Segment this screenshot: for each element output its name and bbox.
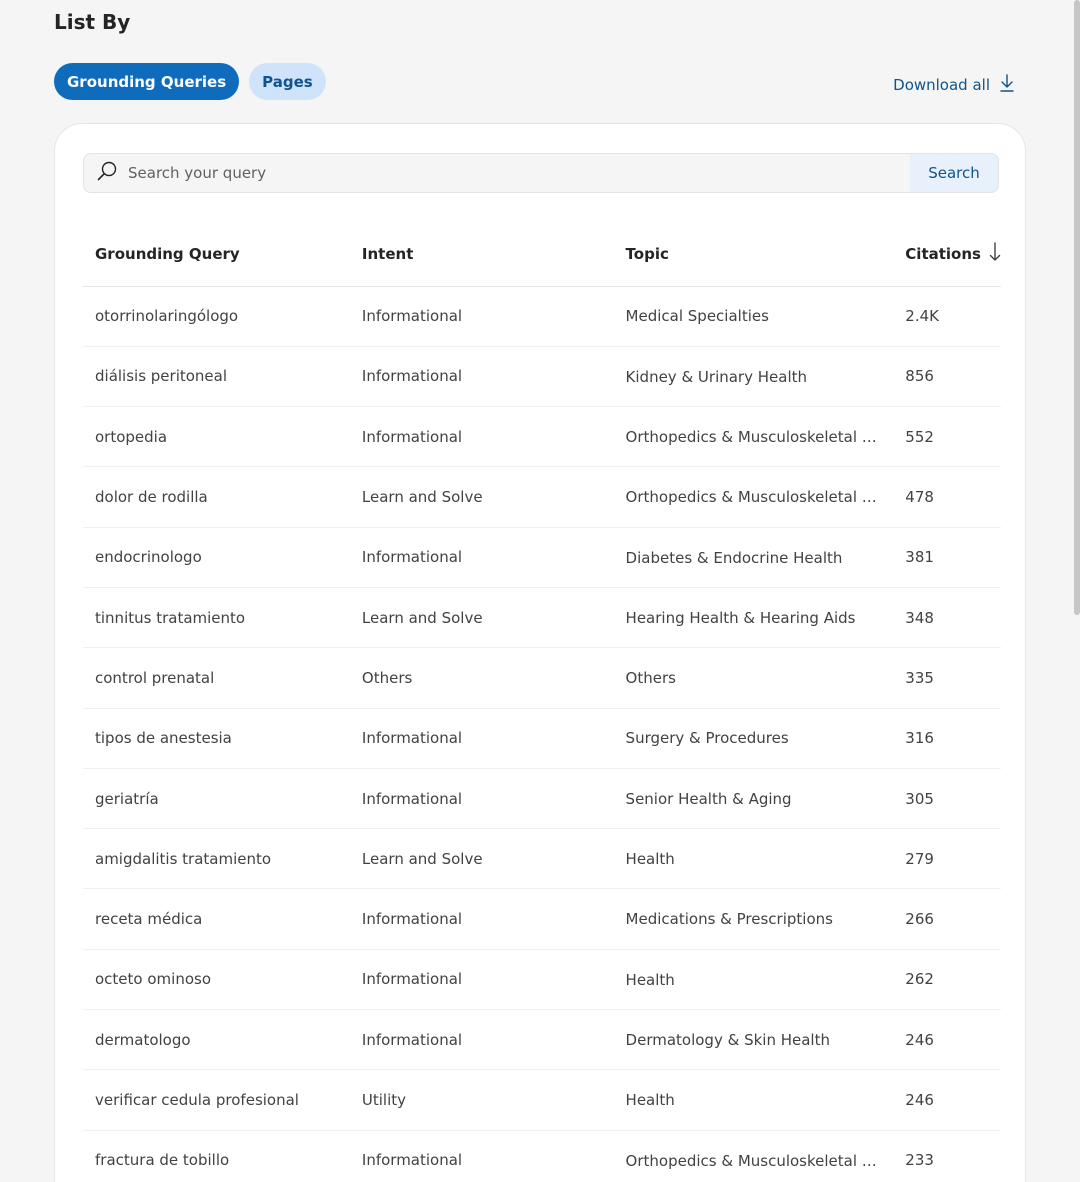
grounding-queries-tab[interactable]: Grounding Queries	[54, 63, 240, 100]
cell-topic: Health	[613, 949, 894, 1011]
table-row[interactable]: verificar cedula profesional Utility Healt…	[83, 1069, 1001, 1131]
cell-citations: 246	[893, 1069, 1001, 1131]
table-row[interactable]: dolor de rodilla Learn and Solve Orthopedi…	[83, 466, 1001, 528]
page-title: List By	[54, 10, 131, 34]
cell-topic: Orthopedics & Musculoskeletal Heal...	[613, 466, 894, 528]
cell-topic: Dermatology & Skin Health	[613, 1009, 894, 1071]
cell-intent: Informational	[349, 949, 614, 1011]
table-row[interactable]: geriatría Informational Senior Health & Ag…	[83, 768, 1001, 830]
cell-topic: Diabetes & Endocrine Health	[613, 527, 894, 588]
cell-topic: Orthopedics & Musculoskeletal Heal...	[613, 406, 894, 468]
table-row[interactable]: receta médica Informational Medications & …	[83, 888, 1001, 950]
table-row[interactable]: octeto ominoso Informational Health 262	[83, 949, 1001, 1011]
cell-topic: Senior Health & Aging	[613, 768, 894, 830]
cell-query: verificar cedula profesional	[83, 1069, 350, 1131]
cell-citations: 335	[893, 647, 1001, 709]
cell-citations: 381	[893, 527, 1001, 588]
cell-query: control prenatal	[83, 647, 350, 709]
cell-query: dermatologo	[83, 1009, 350, 1071]
cell-query: octeto ominoso	[83, 949, 350, 1011]
cell-intent: Informational	[349, 346, 614, 408]
cell-citations: 305	[893, 768, 1001, 830]
cell-query: dolor de rodilla	[83, 466, 350, 528]
cell-query: ortopedia	[83, 406, 350, 468]
cell-citations: 856	[893, 346, 1001, 408]
search-input[interactable]	[128, 164, 828, 182]
cell-citations: 552	[893, 406, 1001, 468]
cell-topic: Kidney & Urinary Health	[613, 346, 894, 408]
search-icon	[96, 160, 118, 186]
cell-intent: Informational	[349, 527, 614, 588]
cell-citations: 262	[893, 949, 1001, 1011]
search-bar: Search	[83, 153, 999, 193]
cell-topic: Medications & Prescriptions	[613, 888, 894, 950]
cell-topic: Medical Specialties	[613, 286, 894, 347]
cell-topic: Health	[613, 828, 894, 890]
cell-intent: Informational	[349, 1130, 614, 1182]
cell-intent: Informational	[349, 1009, 614, 1071]
header-citations[interactable]: Citations	[893, 222, 1001, 287]
cell-intent: Utility	[349, 1069, 614, 1131]
table-row[interactable]: amigdalitis tratamiento Learn and Solve He…	[83, 828, 1001, 890]
table-row[interactable]: tinnitus tratamiento Learn and Solve Heari…	[83, 587, 1001, 649]
sort-descending-icon	[989, 242, 1001, 266]
scrollbar[interactable]	[1074, 0, 1080, 615]
pages-tab[interactable]: Pages	[249, 63, 326, 100]
download-all-button[interactable]: Download all	[893, 74, 1014, 96]
cell-citations: 266	[893, 888, 1001, 950]
page: List By Grounding Queries Pages Download…	[0, 0, 1080, 1182]
cell-intent: Learn and Solve	[349, 587, 614, 649]
cell-intent: Informational	[349, 406, 614, 468]
header-topic[interactable]: Topic	[613, 222, 894, 287]
cell-citations: 246	[893, 1009, 1001, 1071]
table-row[interactable]: ortopedia Informational Orthopedics & Musc…	[83, 406, 1001, 468]
cell-intent: Learn and Solve	[349, 828, 614, 890]
cell-citations: 2.4K	[893, 286, 1001, 347]
cell-query: otorrinolaringólogo	[83, 286, 350, 347]
cell-query: endocrinologo	[83, 527, 350, 588]
table-row[interactable]: control prenatal Others Others 335	[83, 647, 1001, 709]
cell-citations: 316	[893, 708, 1001, 769]
download-icon	[1000, 74, 1014, 96]
cell-intent: Informational	[349, 286, 614, 347]
cell-topic: Health	[613, 1069, 894, 1131]
download-all-label: Download all	[893, 76, 990, 94]
cell-topic: Hearing Health & Hearing Aids	[613, 587, 894, 649]
table-row[interactable]: dermatologo Informational Dermatology & Sk…	[83, 1009, 1001, 1071]
queries-card: Search Grounding Query Intent Topic Cita…	[54, 123, 1026, 1182]
cell-query: tinnitus tratamiento	[83, 587, 350, 649]
cell-query: geriatría	[83, 768, 350, 830]
cell-intent: Learn and Solve	[349, 466, 614, 528]
cell-intent: Informational	[349, 708, 614, 769]
cell-citations: 348	[893, 587, 1001, 649]
header-intent[interactable]: Intent	[349, 222, 614, 287]
cell-query: fractura de tobillo	[83, 1130, 350, 1182]
list-by-toggle: Grounding Queries Pages	[54, 63, 326, 100]
cell-intent: Informational	[349, 888, 614, 950]
table-row[interactable]: diálisis peritoneal Informational Kidney &…	[83, 346, 1001, 408]
cell-citations: 279	[893, 828, 1001, 890]
cell-query: diálisis peritoneal	[83, 346, 350, 408]
cell-citations: 478	[893, 466, 1001, 528]
grounding-queries-table: Grounding Query Intent Topic Citations o…	[83, 222, 1001, 1182]
cell-query: receta médica	[83, 888, 350, 950]
cell-intent: Informational	[349, 768, 614, 830]
cell-citations: 233	[893, 1130, 1001, 1182]
table-header-row: Grounding Query Intent Topic Citations	[83, 222, 1001, 287]
table-row[interactable]: otorrinolaringólogo Informational Medical …	[83, 286, 1001, 347]
table-row[interactable]: tipos de anestesia Informational Surgery &…	[83, 708, 1001, 769]
header-grounding-query[interactable]: Grounding Query	[83, 222, 350, 287]
search-box	[83, 153, 910, 193]
search-button[interactable]: Search	[910, 153, 999, 193]
cell-topic: Others	[613, 647, 894, 709]
table-row[interactable]: fractura de tobillo Informational Orthoped…	[83, 1130, 1001, 1182]
cell-query: amigdalitis tratamiento	[83, 828, 350, 890]
cell-intent: Others	[349, 647, 614, 709]
cell-topic: Surgery & Procedures	[613, 708, 894, 769]
table-row[interactable]: endocrinologo Informational Diabetes & End…	[83, 527, 1001, 588]
cell-topic: Orthopedics & Musculoskeletal Heal...	[613, 1130, 894, 1182]
cell-query: tipos de anestesia	[83, 708, 350, 769]
